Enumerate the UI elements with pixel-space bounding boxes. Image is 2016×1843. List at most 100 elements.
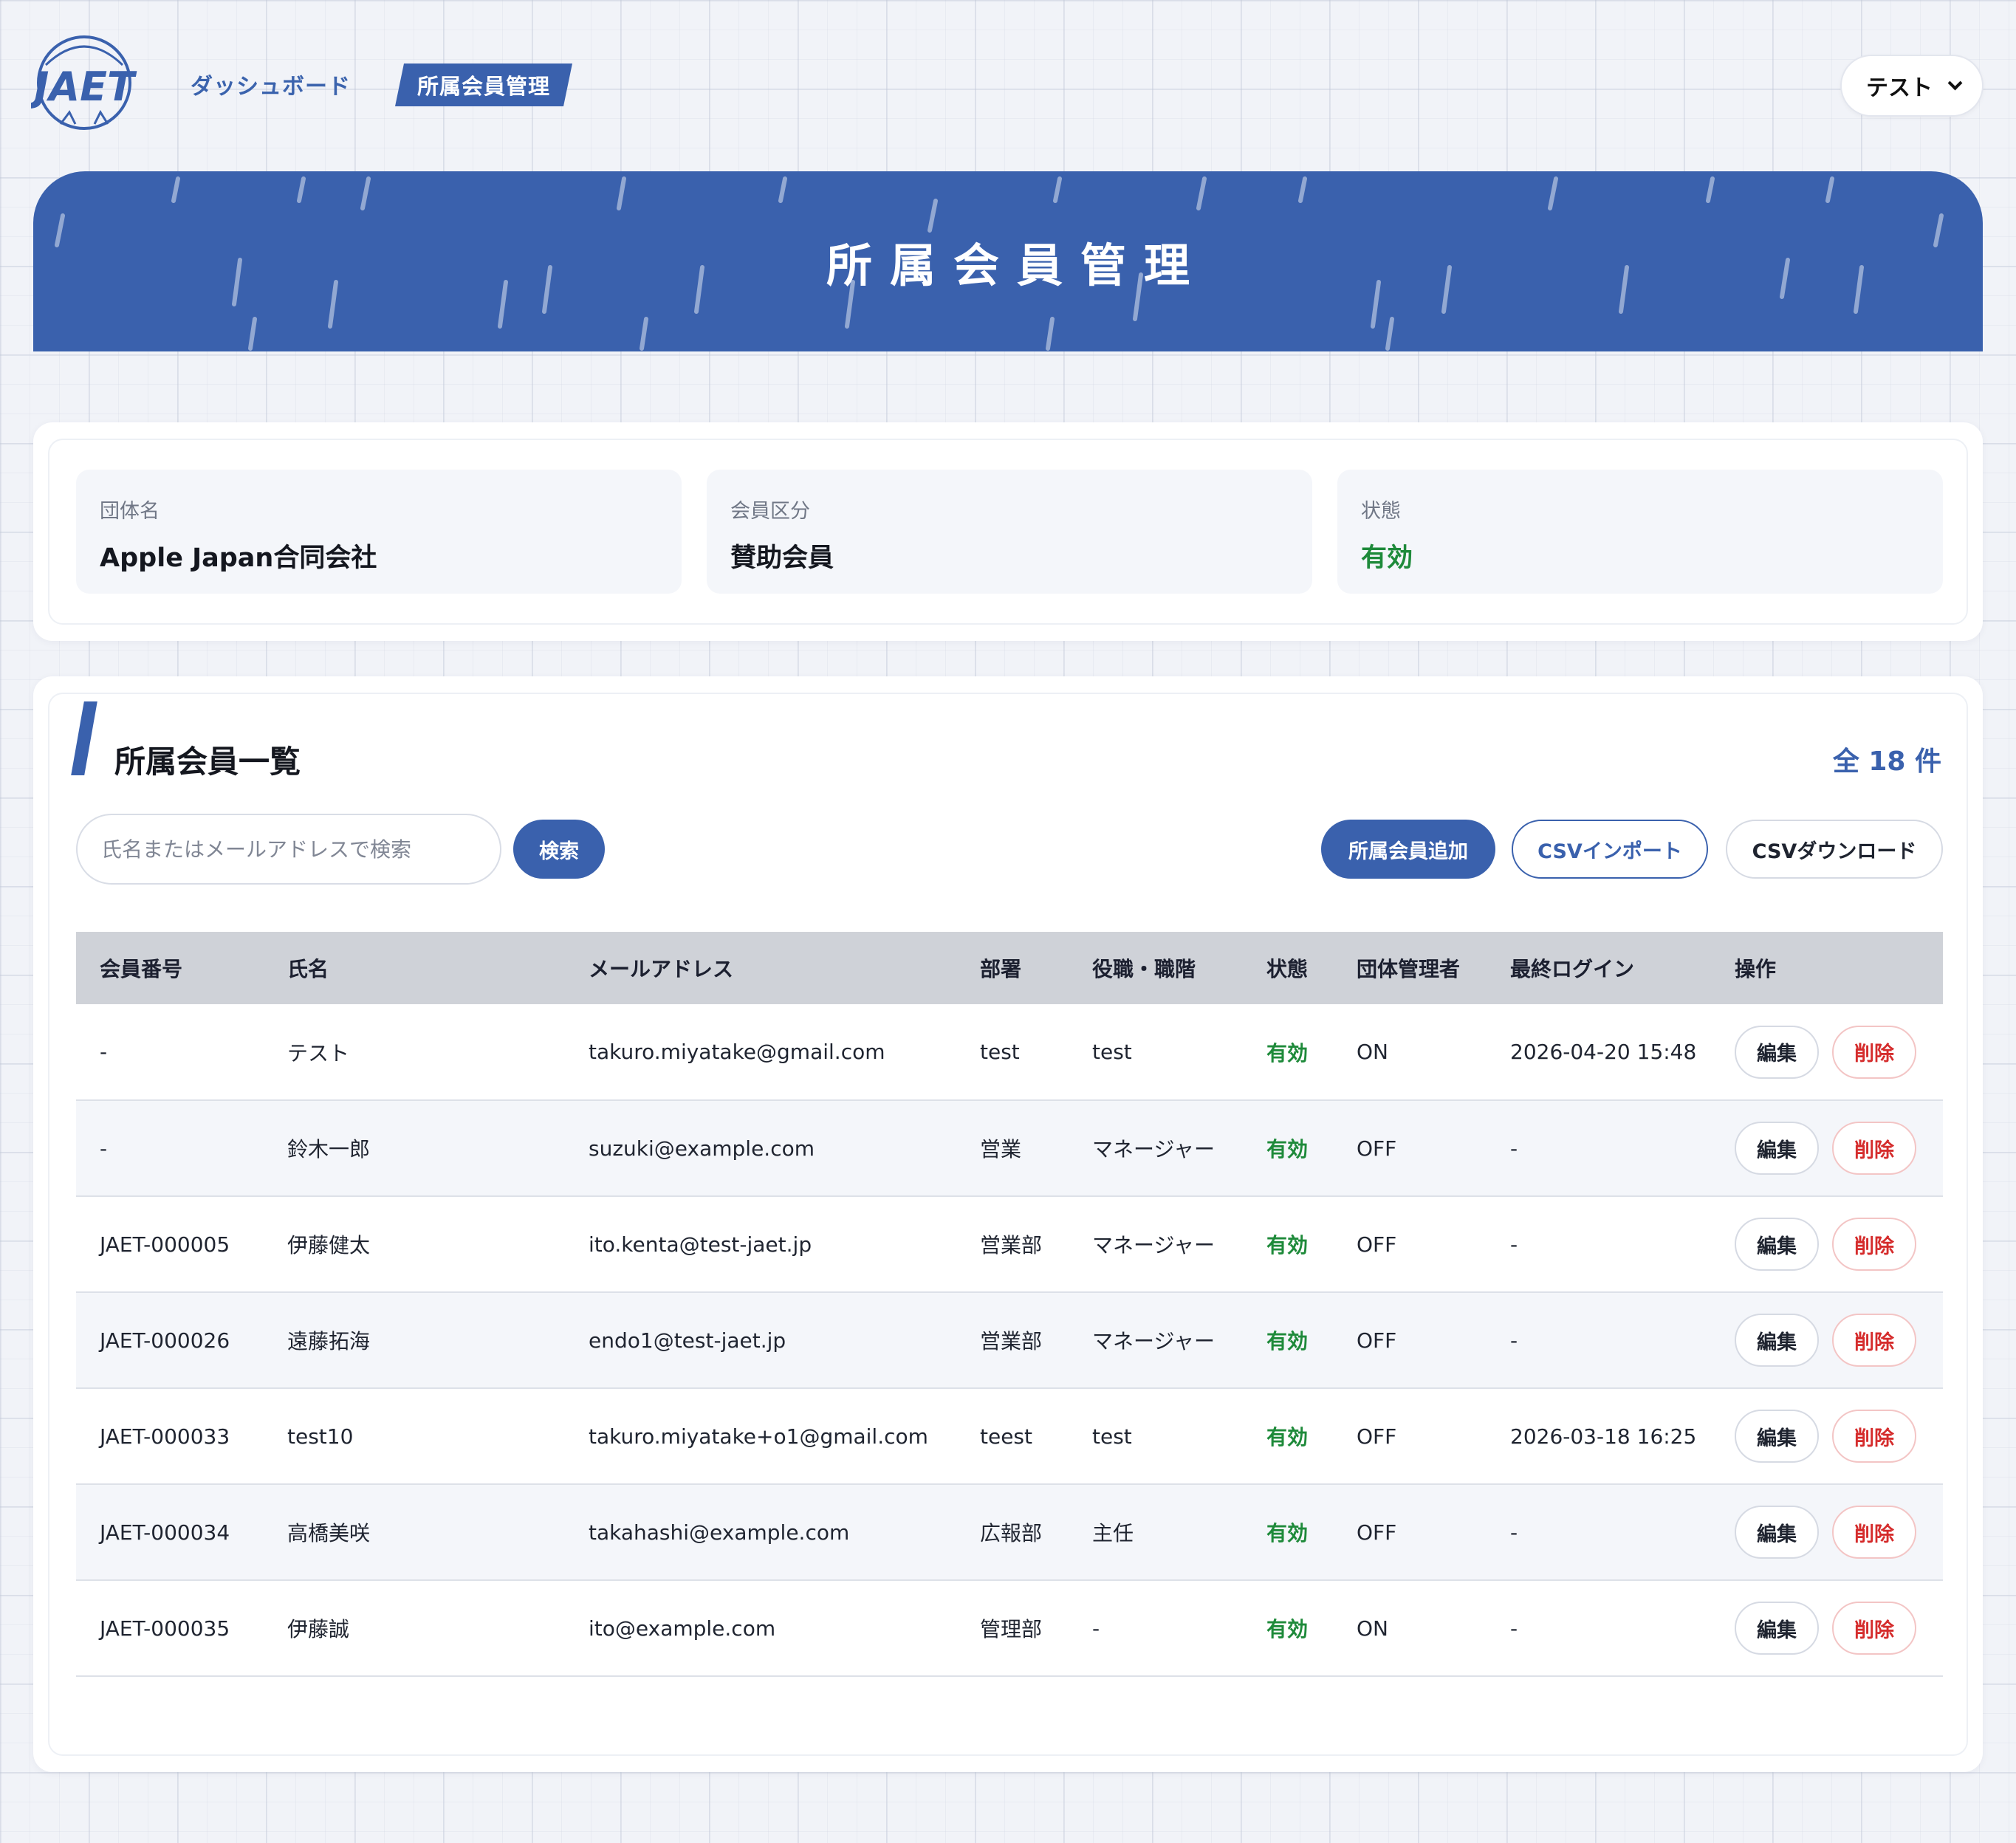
cell-email: suzuki@example.com bbox=[589, 1136, 815, 1161]
cell-department: teest bbox=[980, 1424, 1032, 1449]
edit-button[interactable]: 編集 bbox=[1735, 1410, 1819, 1463]
col-header: 氏名 bbox=[287, 957, 329, 981]
edit-button[interactable]: 編集 bbox=[1735, 1506, 1819, 1559]
csv-import-button[interactable]: CSVインポート bbox=[1512, 820, 1708, 879]
cell-last-login: - bbox=[1510, 1328, 1518, 1353]
cell-department: 営業部 bbox=[980, 1233, 1043, 1257]
cell-name: 高橋美咲 bbox=[287, 1521, 371, 1545]
org-status-label: 状態 bbox=[1361, 500, 1401, 523]
edit-button[interactable]: 編集 bbox=[1735, 1122, 1819, 1175]
cell-status: 有効 bbox=[1266, 1425, 1309, 1449]
svg-text:JAET: JAET bbox=[31, 64, 137, 110]
cell-last-login: - bbox=[1510, 1136, 1518, 1161]
cell-member-id: JAET-000005 bbox=[100, 1232, 230, 1257]
col-header: メールアドレス bbox=[589, 957, 734, 981]
cell-org-admin: OFF bbox=[1357, 1328, 1397, 1353]
col-header: 役職・職階 bbox=[1092, 957, 1196, 981]
cell-position: test bbox=[1092, 1040, 1132, 1064]
cell-actions: 編集 削除 bbox=[1711, 1484, 1943, 1580]
cell-last-login: - bbox=[1510, 1520, 1518, 1545]
csv-download-button[interactable]: CSVダウンロード bbox=[1726, 820, 1943, 879]
cell-org-admin: OFF bbox=[1357, 1424, 1397, 1449]
cell-status: 有効 bbox=[1266, 1233, 1309, 1257]
delete-button[interactable]: 削除 bbox=[1832, 1602, 1916, 1655]
cell-name: 遠藤拓海 bbox=[287, 1329, 371, 1353]
col-header: 部署 bbox=[980, 957, 1022, 981]
cell-org-admin: ON bbox=[1357, 1616, 1388, 1641]
cell-department: 営業部 bbox=[980, 1329, 1043, 1353]
cell-actions: 編集 削除 bbox=[1711, 1580, 1943, 1676]
delete-button[interactable]: 削除 bbox=[1832, 1410, 1916, 1463]
cell-position: マネージャー bbox=[1092, 1233, 1216, 1257]
table-row: JAET-000033 test10 takuro.miyatake+o1@gm… bbox=[76, 1388, 1943, 1484]
table-header-row: 会員番号 氏名 メールアドレス 部署 役職・職階 状態 団体管理者 最終ログイン… bbox=[76, 932, 1943, 1004]
member-type-label: 会員区分 bbox=[730, 500, 810, 523]
delete-button[interactable]: 削除 bbox=[1832, 1122, 1916, 1175]
edit-button[interactable]: 編集 bbox=[1735, 1025, 1819, 1079]
table-row: JAET-000026 遠藤拓海 endo1@test-jaet.jp 営業部 … bbox=[76, 1292, 1943, 1388]
cell-last-login: - bbox=[1510, 1616, 1518, 1641]
delete-button[interactable]: 削除 bbox=[1832, 1218, 1916, 1271]
delete-button[interactable]: 削除 bbox=[1832, 1314, 1916, 1367]
table-row: JAET-000034 高橋美咲 takahashi@example.com 広… bbox=[76, 1484, 1943, 1580]
chevron-down-icon bbox=[1947, 75, 1963, 91]
cell-email: takuro.miyatake@gmail.com bbox=[589, 1040, 885, 1064]
cell-member-id: JAET-000026 bbox=[100, 1328, 230, 1353]
cell-member-id: JAET-000034 bbox=[100, 1520, 230, 1545]
cell-position: test bbox=[1092, 1424, 1132, 1449]
cell-name: test10 bbox=[287, 1424, 354, 1449]
cell-email: ito.kenta@test-jaet.jp bbox=[589, 1232, 812, 1257]
cell-org-admin: OFF bbox=[1357, 1520, 1397, 1545]
jaet-logo[interactable]: JAET bbox=[31, 35, 139, 134]
cell-name: 鈴木一郎 bbox=[287, 1137, 371, 1161]
cell-position: 主任 bbox=[1092, 1521, 1134, 1545]
edit-button[interactable]: 編集 bbox=[1735, 1314, 1819, 1367]
cell-position: マネージャー bbox=[1092, 1329, 1216, 1353]
cell-actions: 編集 削除 bbox=[1711, 1100, 1943, 1196]
cell-status: 有効 bbox=[1266, 1040, 1309, 1065]
cell-member-id: - bbox=[100, 1040, 108, 1064]
col-header: 団体管理者 bbox=[1357, 957, 1461, 981]
cell-name: 伊藤誠 bbox=[287, 1617, 350, 1641]
edit-button[interactable]: 編集 bbox=[1735, 1218, 1819, 1271]
cell-status: 有効 bbox=[1266, 1329, 1309, 1353]
col-header: 最終ログイン bbox=[1510, 957, 1635, 981]
member-type-value: 賛助会員 bbox=[730, 543, 834, 573]
cell-actions: 編集 削除 bbox=[1711, 1004, 1943, 1100]
cell-department: test bbox=[980, 1040, 1020, 1064]
cell-last-login: 2026-04-20 15:48 bbox=[1510, 1040, 1697, 1064]
cell-department: 営業 bbox=[980, 1137, 1022, 1161]
delete-button[interactable]: 削除 bbox=[1832, 1506, 1916, 1559]
cell-member-id: JAET-000033 bbox=[100, 1424, 230, 1449]
nav-member-management-tab[interactable]: 所属会員管理 bbox=[395, 64, 572, 106]
cell-org-admin: OFF bbox=[1357, 1232, 1397, 1257]
org-name-value: Apple Japan合同会社 bbox=[100, 543, 377, 573]
search-button[interactable]: 検索 bbox=[513, 820, 605, 879]
cell-status: 有効 bbox=[1266, 1137, 1309, 1161]
col-header: 会員番号 bbox=[100, 957, 183, 981]
search-input[interactable] bbox=[76, 814, 501, 885]
cell-email: takuro.miyatake+o1@gmail.com bbox=[589, 1424, 928, 1449]
cell-email: ito@example.com bbox=[589, 1616, 776, 1641]
cell-status: 有効 bbox=[1266, 1521, 1309, 1545]
members-inner: 所属会員一覧 全 18 件 検索 所属会員追加 CSVインポート CSVダウンロ… bbox=[48, 693, 1968, 1756]
cell-department: 広報部 bbox=[980, 1521, 1043, 1545]
user-name: テスト bbox=[1866, 75, 1933, 101]
cell-actions: 編集 削除 bbox=[1711, 1388, 1943, 1484]
member-type-box: 会員区分 賛助会員 bbox=[707, 470, 1312, 594]
cell-last-login: - bbox=[1510, 1232, 1518, 1257]
add-member-button[interactable]: 所属会員追加 bbox=[1321, 820, 1495, 879]
user-menu-button[interactable]: テスト bbox=[1840, 55, 1984, 117]
members-table-wrap[interactable]: 会員番号 氏名 メールアドレス 部署 役職・職階 状態 団体管理者 最終ログイン… bbox=[76, 932, 1943, 1700]
edit-button[interactable]: 編集 bbox=[1735, 1602, 1819, 1655]
page-title: 所属会員管理 bbox=[826, 238, 1207, 292]
org-info-card: 団体名 Apple Japan合同会社 会員区分 賛助会員 状態 有効 bbox=[33, 422, 1983, 641]
section-title: 所属会員一覧 bbox=[114, 744, 301, 780]
org-name-box: 団体名 Apple Japan合同会社 bbox=[76, 470, 682, 594]
col-header: 操作 bbox=[1735, 957, 1777, 981]
cell-name: 伊藤健太 bbox=[287, 1233, 371, 1257]
delete-button[interactable]: 削除 bbox=[1832, 1025, 1916, 1079]
nav-dashboard-link[interactable]: ダッシュボード bbox=[191, 68, 351, 100]
table-row: - テスト takuro.miyatake@gmail.com test tes… bbox=[76, 1004, 1943, 1100]
total-count: 全 18 件 bbox=[1832, 747, 1941, 777]
